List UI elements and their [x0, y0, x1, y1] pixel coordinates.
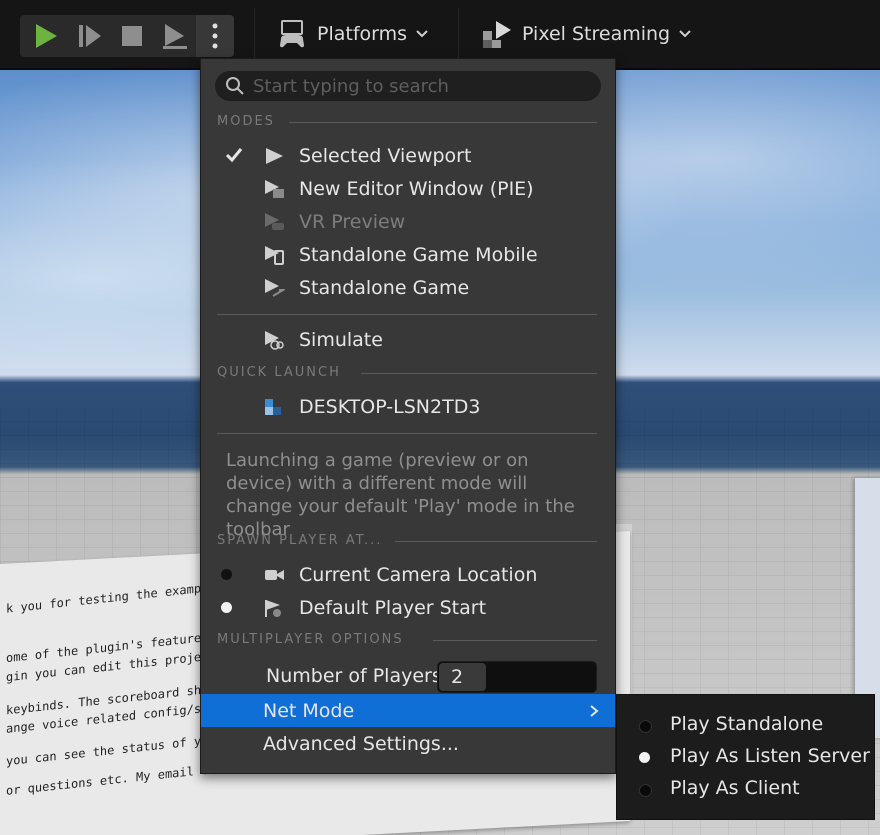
section-header-spawn: SPAWN PLAYER AT... — [217, 533, 383, 548]
divider — [395, 541, 597, 542]
net-mode-listen-server[interactable]: Play As Listen Server — [617, 741, 874, 773]
platforms-button[interactable]: Platforms — [254, 8, 459, 60]
number-of-players-label: Number of Players — [266, 664, 442, 687]
net-mode-play-as-client[interactable]: Play As Client — [617, 773, 874, 805]
spawn-current-camera[interactable]: Current Camera Location — [201, 558, 615, 591]
play-controls — [20, 15, 234, 57]
radio-selected-icon — [639, 752, 650, 763]
play-icon — [36, 24, 57, 48]
mode-simulate[interactable]: Simulate — [201, 323, 615, 356]
section-header-multiplayer: MULTIPLAYER OPTIONS — [217, 632, 404, 647]
divider — [433, 640, 597, 641]
eject-button[interactable] — [154, 15, 194, 57]
spawn-label: Default Player Start — [299, 596, 487, 619]
play-button[interactable] — [26, 15, 66, 57]
pixel-streaming-icon — [483, 21, 511, 48]
spawn-default-player-start[interactable]: Default Player Start — [201, 591, 615, 624]
camera-icon — [265, 570, 284, 580]
mode-standalone-game[interactable]: Standalone Game — [201, 271, 615, 304]
net-mode-option-label: Play As Listen Server — [670, 745, 870, 767]
divider — [217, 433, 597, 434]
standalone-icon — [265, 279, 285, 297]
search-icon — [226, 77, 244, 95]
advanced-settings-label: Advanced Settings... — [263, 732, 459, 755]
number-of-players-field[interactable]: 2 — [437, 661, 597, 693]
mode-label: VR Preview — [299, 210, 406, 233]
net-mode-label: Net Mode — [263, 699, 355, 722]
advanced-settings-item[interactable]: Advanced Settings... — [201, 727, 615, 760]
editor-window-icon — [265, 180, 284, 198]
search-input[interactable] — [251, 74, 585, 98]
mode-selected-viewport[interactable]: Selected Viewport — [201, 139, 615, 172]
mode-label: New Editor Window (PIE) — [299, 177, 534, 200]
mobile-icon — [265, 246, 284, 265]
divider — [361, 373, 597, 374]
radio-unselected-icon — [639, 720, 652, 733]
platforms-icon — [280, 20, 304, 48]
net-mode-item[interactable]: Net Mode — [201, 694, 615, 727]
checkmark-icon — [225, 148, 243, 163]
section-header-quick-launch: QUICK LAUNCH — [217, 365, 341, 380]
stop-button[interactable] — [112, 15, 152, 57]
play-mode-note: Launching a game (preview or on device) … — [226, 450, 575, 540]
divider — [217, 314, 597, 315]
radio-selected-icon — [221, 602, 232, 613]
pixel-streaming-label: Pixel Streaming — [522, 23, 671, 45]
number-of-players-value[interactable]: 2 — [439, 663, 486, 691]
net-mode-option-label: Play Standalone — [670, 713, 824, 735]
unreal-device-icon — [265, 399, 281, 415]
number-of-players-row: Number of Players 2 — [201, 659, 615, 693]
vr-icon — [265, 213, 284, 230]
chevron-right-icon — [590, 705, 599, 717]
player-start-icon — [265, 600, 281, 617]
mode-label: Standalone Game Mobile — [299, 243, 538, 266]
mode-standalone-mobile[interactable]: Standalone Game Mobile — [201, 238, 615, 271]
net-mode-play-standalone[interactable]: Play Standalone — [617, 709, 874, 741]
play-options-button[interactable] — [196, 15, 234, 57]
radio-unselected-icon — [639, 784, 652, 797]
simulate-label: Simulate — [299, 328, 383, 351]
menu-search[interactable] — [215, 71, 601, 101]
device-label: DESKTOP-LSN2TD3 — [299, 395, 481, 418]
section-header-modes: MODES — [217, 114, 275, 129]
mode-new-editor-window[interactable]: New Editor Window (PIE) — [201, 172, 615, 205]
pixel-streaming-button[interactable]: Pixel Streaming — [462, 8, 702, 60]
frame-skip-icon — [79, 25, 101, 47]
mode-label: Standalone Game — [299, 276, 470, 299]
mode-vr-preview: VR Preview — [201, 205, 615, 238]
eject-icon — [163, 24, 187, 49]
platforms-label: Platforms — [317, 23, 408, 45]
advance-frame-button[interactable] — [70, 15, 110, 57]
mode-label: Selected Viewport — [299, 144, 472, 167]
chevron-down-icon — [679, 30, 691, 38]
net-mode-option-label: Play As Client — [670, 777, 800, 799]
more-vertical-icon — [212, 23, 218, 49]
quick-launch-device[interactable]: DESKTOP-LSN2TD3 — [201, 390, 615, 423]
spawn-label: Current Camera Location — [299, 563, 538, 586]
divider — [289, 122, 597, 123]
radio-unselected-icon — [221, 569, 232, 580]
viewport-play-icon — [266, 148, 283, 164]
chevron-down-icon — [416, 30, 428, 38]
stop-icon — [122, 26, 142, 46]
net-mode-submenu: Play Standalone Play As Listen Server Pl… — [616, 694, 875, 820]
play-options-menu: MODES Selected Viewport New Editor Windo… — [200, 58, 616, 774]
simulate-icon — [265, 331, 284, 350]
